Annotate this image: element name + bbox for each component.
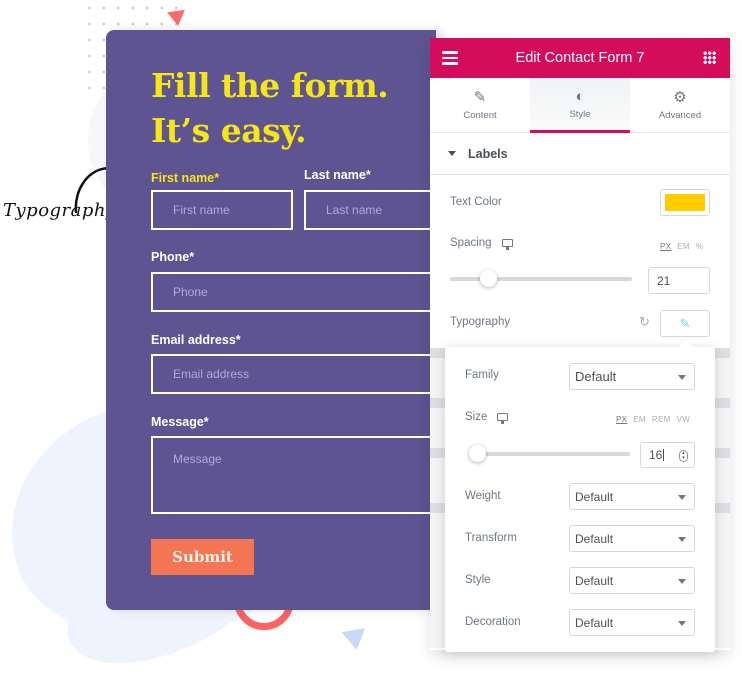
unit-em[interactable]: EM bbox=[677, 242, 690, 251]
first-name-label: First name* bbox=[151, 171, 220, 185]
submit-button[interactable]: Submit bbox=[151, 539, 254, 575]
decoration-value: Default bbox=[575, 615, 614, 630]
contrast-icon: ◐ bbox=[575, 87, 585, 105]
size-slider-handle[interactable] bbox=[469, 445, 486, 462]
unit-px[interactable]: PX bbox=[616, 415, 627, 424]
panel-title: Edit Contact Form 7 bbox=[515, 50, 645, 66]
size-label: Size bbox=[465, 411, 509, 424]
section-title: Labels bbox=[468, 146, 508, 161]
email-input[interactable]: Email address bbox=[151, 354, 451, 394]
family-select[interactable]: Default bbox=[569, 363, 695, 390]
caret-down-icon bbox=[448, 151, 456, 156]
headline-line-1: Fill the form. bbox=[151, 66, 389, 105]
text-cursor bbox=[663, 449, 665, 461]
pencil-icon: ✎ bbox=[679, 315, 691, 331]
tab-style[interactable]: ◐ Style bbox=[530, 78, 630, 133]
labels-section-header[interactable]: Labels bbox=[430, 133, 730, 175]
decorative-triangle bbox=[167, 9, 187, 28]
tab-label: Style bbox=[569, 108, 591, 120]
decoration-label: Decoration bbox=[465, 616, 521, 628]
typography-popover: Family Default Size PX EM REM VW 16 ▴ ▾ Weig… bbox=[445, 340, 715, 652]
transform-label: Transform bbox=[465, 532, 517, 544]
unit-vw[interactable]: VW bbox=[677, 415, 691, 424]
size-units: PX EM REM VW bbox=[610, 415, 690, 424]
size-slider[interactable] bbox=[470, 452, 630, 456]
menu-icon[interactable] bbox=[442, 51, 458, 65]
dropdown-arrow-icon bbox=[678, 375, 686, 380]
unit-em[interactable]: EM bbox=[633, 415, 646, 424]
typography-label: Typography bbox=[450, 316, 511, 328]
reset-icon[interactable]: ↻ bbox=[639, 314, 650, 330]
color-swatch bbox=[665, 194, 705, 211]
size-label-text: Size bbox=[465, 411, 488, 423]
headline-line-2: It’s easy. bbox=[151, 111, 307, 150]
unit-px[interactable]: PX bbox=[660, 242, 671, 251]
phone-label: Phone* bbox=[151, 250, 195, 264]
transform-value: Default bbox=[575, 531, 614, 546]
desktop-icon[interactable] bbox=[501, 238, 513, 250]
pencil-icon: ✎ bbox=[473, 89, 487, 106]
tab-label: Advanced bbox=[658, 110, 702, 121]
tab-advanced[interactable]: ⚙ Advanced bbox=[630, 78, 730, 133]
email-label: Email address* bbox=[151, 333, 241, 347]
decoration-select[interactable]: Default bbox=[569, 609, 695, 636]
panel-header: Edit Contact Form 7 bbox=[430, 38, 730, 78]
spacing-input[interactable]: 21 bbox=[648, 267, 710, 294]
message-label: Message* bbox=[151, 415, 209, 429]
unit-percent[interactable]: % bbox=[696, 242, 703, 251]
weight-select[interactable]: Default bbox=[569, 483, 695, 510]
typography-edit-button[interactable]: ✎ bbox=[660, 310, 710, 337]
phone-input[interactable]: Phone bbox=[151, 272, 451, 312]
first-name-input[interactable]: First name bbox=[151, 190, 293, 230]
gear-icon: ⚙ bbox=[673, 89, 687, 106]
size-input[interactable]: 16 ▴ ▾ bbox=[640, 442, 695, 468]
spacing-label-text: Spacing bbox=[450, 237, 492, 249]
decorative-triangle bbox=[341, 628, 369, 652]
spacing-slider[interactable] bbox=[450, 277, 632, 281]
last-name-input[interactable]: Last name bbox=[304, 190, 444, 230]
family-label: Family bbox=[465, 369, 499, 381]
text-color-picker[interactable] bbox=[660, 189, 710, 216]
tab-label: Content bbox=[463, 110, 497, 121]
style-value: Default bbox=[575, 573, 614, 588]
dropdown-arrow-icon bbox=[678, 579, 686, 584]
family-value: Default bbox=[575, 369, 617, 384]
weight-value: Default bbox=[575, 489, 614, 504]
spacing-slider-handle[interactable] bbox=[480, 270, 497, 287]
apps-grid-icon[interactable] bbox=[703, 51, 716, 64]
contact-form-card: Fill the form. It’s easy. First name* Fi… bbox=[106, 30, 451, 610]
dropdown-arrow-icon bbox=[678, 495, 686, 500]
message-textarea[interactable]: Message bbox=[151, 436, 451, 514]
panel-tabs: ✎ Content ◐ Style ⚙ Advanced bbox=[430, 78, 730, 133]
dropdown-arrow-icon bbox=[678, 537, 686, 542]
text-color-label: Text Color bbox=[450, 196, 502, 208]
last-name-label: Last name* bbox=[304, 168, 371, 182]
spinner-icon[interactable]: ▴ ▾ bbox=[679, 450, 688, 462]
spacing-label: Spacing bbox=[450, 237, 513, 250]
spacing-units: PX EM% bbox=[654, 242, 703, 251]
transform-select[interactable]: Default bbox=[569, 525, 695, 552]
desktop-icon[interactable] bbox=[497, 412, 509, 424]
dropdown-arrow-icon bbox=[678, 621, 686, 626]
size-value: 16 bbox=[649, 448, 663, 462]
tab-content[interactable]: ✎ Content bbox=[430, 78, 530, 133]
form-headline: Fill the form. It’s easy. bbox=[151, 63, 389, 153]
style-select[interactable]: Default bbox=[569, 567, 695, 594]
style-label: Style bbox=[465, 574, 491, 586]
weight-label: Weight bbox=[465, 490, 501, 502]
unit-rem[interactable]: REM bbox=[652, 415, 671, 424]
